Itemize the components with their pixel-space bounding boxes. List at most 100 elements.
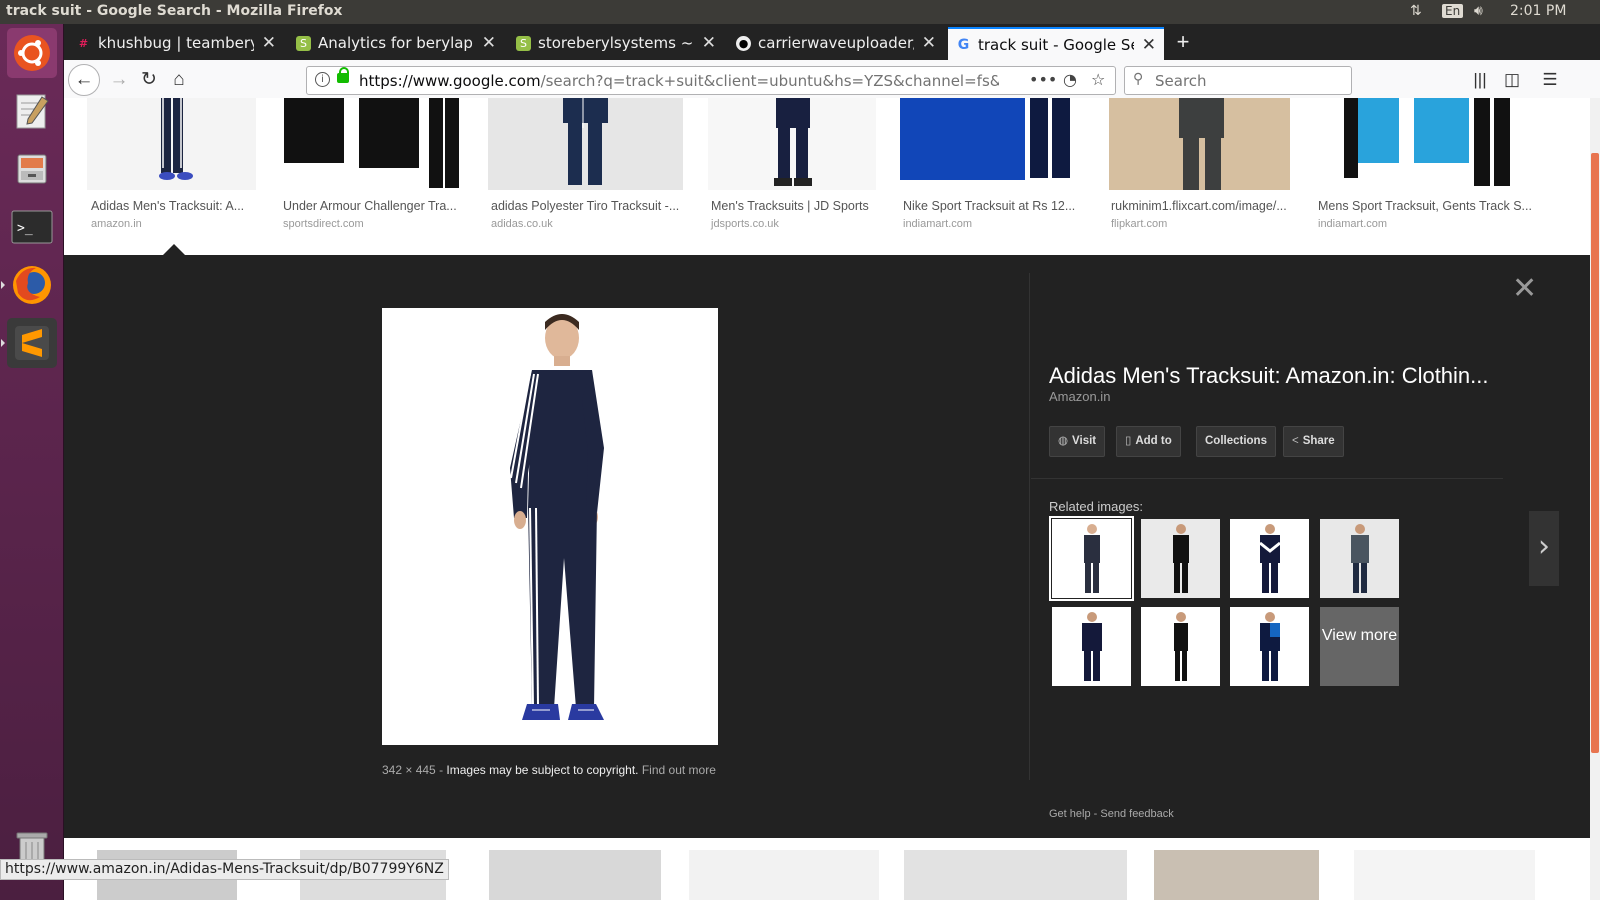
result-image[interactable] [1109, 98, 1290, 190]
google-icon: G [957, 37, 970, 53]
dash-home-button[interactable] [7, 28, 57, 78]
view-more-button[interactable]: View more [1320, 607, 1399, 686]
result-image[interactable] [1154, 850, 1319, 900]
image-preview-panel: 342 × 445 - Images may be subject to cop… [64, 255, 1590, 838]
visit-button[interactable]: ◍ Visit [1049, 426, 1106, 457]
add-to-button[interactable]: ▯ Add to [1116, 426, 1181, 457]
related-image[interactable] [1049, 516, 1134, 601]
result-title[interactable]: Nike Sport Tracksuit at Rs 12... [903, 199, 1083, 213]
send-feedback-link[interactable]: Send feedback [1100, 808, 1173, 820]
tab-google-search[interactable]: G track suit - Google Searc ✕ [948, 27, 1164, 60]
page-actions-icon[interactable]: ••• [1029, 70, 1057, 89]
new-tab-button[interactable]: + [1168, 27, 1198, 57]
scrollbar-thumb[interactable] [1591, 153, 1599, 753]
related-image[interactable] [1230, 519, 1309, 598]
menu-icon[interactable]: ☰ [1536, 66, 1564, 94]
result-image[interactable] [900, 98, 1084, 190]
page-content: Adidas Men's Tracksuit: A... amazon.in U… [64, 98, 1600, 900]
bookmark-star-icon[interactable]: ☆ [1091, 70, 1105, 89]
image-dimensions: 342 × 445 [382, 763, 436, 777]
firefox-icon [13, 266, 51, 304]
close-tab-icon[interactable]: ✕ [702, 33, 716, 53]
close-tab-icon[interactable]: ✕ [1142, 35, 1156, 55]
close-tab-icon[interactable]: ✕ [262, 33, 276, 53]
library-icon[interactable]: ||| [1466, 66, 1494, 94]
tab-label: Analytics for berylapp - S [318, 34, 474, 52]
url-bar[interactable]: i https://www.google.com/search?q=track+… [306, 66, 1116, 95]
close-tab-icon[interactable]: ✕ [922, 33, 936, 53]
sublime-text-launcher[interactable] [1, 318, 57, 368]
result-source: amazon.in [91, 218, 142, 230]
visit-label: Visit [1072, 435, 1097, 447]
related-image[interactable] [1320, 519, 1399, 598]
result-source: adidas.co.uk [491, 218, 553, 230]
tab-label: carrierwaveuploader/ca [758, 34, 914, 52]
result-image[interactable] [708, 98, 876, 190]
firefox-launcher[interactable] [1, 260, 57, 310]
preview-title[interactable]: Adidas Men's Tracksuit: Amazon.in: Cloth… [1049, 363, 1489, 389]
result-image[interactable] [1314, 98, 1535, 190]
related-image[interactable] [1052, 607, 1131, 686]
tab-carrierwave[interactable]: ● carrierwaveuploader/ca ✕ [728, 27, 944, 60]
forward-button[interactable]: → [104, 66, 134, 94]
shopify-icon: S [296, 36, 311, 51]
tab-storeberyl[interactable]: S storeberylsystems ~ Pro ✕ [508, 27, 724, 60]
firefox-window: # khushbug | teamberyl Sl ✕ S Analytics … [64, 24, 1600, 900]
next-image-arrow-icon[interactable]: › [1529, 511, 1559, 586]
collections-button[interactable]: Collections [1196, 426, 1276, 457]
related-image[interactable] [1230, 607, 1309, 686]
result-title[interactable]: Adidas Men's Tracksuit: A... [91, 199, 251, 213]
close-tab-icon[interactable]: ✕ [482, 33, 496, 53]
related-images-heading: Related images: [1049, 499, 1143, 514]
get-help-link[interactable]: Get help [1049, 808, 1091, 820]
tab-label: storeberylsystems ~ Pro [538, 34, 694, 52]
search-placeholder: Search [1155, 72, 1207, 90]
result-image[interactable] [689, 850, 879, 900]
keyboard-layout-indicator[interactable]: En [1442, 3, 1464, 19]
result-title[interactable]: Mens Sport Tracksuit, Gents Track S... [1318, 199, 1538, 213]
result-image[interactable] [279, 98, 464, 190]
bookmark-icon: ▯ [1125, 435, 1132, 447]
result-image[interactable] [1354, 850, 1535, 900]
volume-icon[interactable]: 🔊︎ [1474, 3, 1483, 19]
result-title[interactable]: Men's Tracksuits | JD Sports [711, 199, 876, 213]
result-image[interactable] [488, 98, 683, 190]
related-image[interactable] [1141, 607, 1220, 686]
terminal-launcher[interactable]: >_ [7, 202, 57, 252]
preview-image[interactable] [382, 308, 718, 745]
tab-analytics[interactable]: S Analytics for berylapp - S ✕ [288, 27, 504, 60]
result-image[interactable] [87, 98, 256, 190]
preview-source: Amazon.in [1049, 389, 1111, 404]
clock[interactable]: 2:01 PM [1510, 3, 1566, 19]
panel-divider [1029, 273, 1030, 780]
meta-separator: - [439, 763, 444, 777]
files-launcher[interactable] [7, 144, 57, 194]
related-image[interactable] [1141, 519, 1220, 598]
result-image[interactable] [904, 850, 1127, 900]
result-title[interactable]: Under Armour Challenger Tra... [283, 199, 463, 213]
sidebar-icon[interactable]: ◫ [1498, 66, 1526, 94]
related-tracksuit-photo [1082, 612, 1102, 681]
share-button[interactable]: < Share [1283, 426, 1344, 457]
site-info-icon[interactable]: i [315, 72, 330, 87]
related-tracksuit-photo [1084, 524, 1100, 593]
lock-icon[interactable] [337, 67, 349, 83]
navigation-toolbar: ← → ↻ ⌂ i https://www.google.com/search?… [64, 60, 1600, 100]
tab-slack[interactable]: # khushbug | teamberyl Sl ✕ [68, 27, 284, 60]
result-title[interactable]: adidas Polyester Tiro Tracksuit -... [491, 199, 686, 213]
result-image[interactable] [489, 850, 661, 900]
reload-button[interactable]: ↻ [134, 66, 164, 94]
pocket-icon[interactable]: ◔ [1063, 70, 1077, 89]
back-button[interactable]: ← [68, 64, 100, 96]
page-scrollbar[interactable] [1590, 98, 1600, 900]
text-editor-launcher[interactable] [7, 86, 57, 136]
home-button[interactable]: ⌂ [164, 66, 194, 94]
result-title[interactable]: rukminim1.flixcart.com/image/... [1111, 199, 1291, 213]
related-tracksuit-photo [1174, 612, 1188, 681]
tab-label: khushbug | teamberyl Sl [98, 34, 254, 52]
network-transfer-icon[interactable]: ⇅ [1410, 3, 1422, 19]
close-preview-icon[interactable]: ✕ [1512, 271, 1537, 306]
find-out-more-link[interactable]: Find out more [642, 763, 716, 777]
ubuntu-launcher: >_ [0, 24, 64, 900]
search-bar[interactable]: ⚲ Search [1124, 66, 1352, 95]
